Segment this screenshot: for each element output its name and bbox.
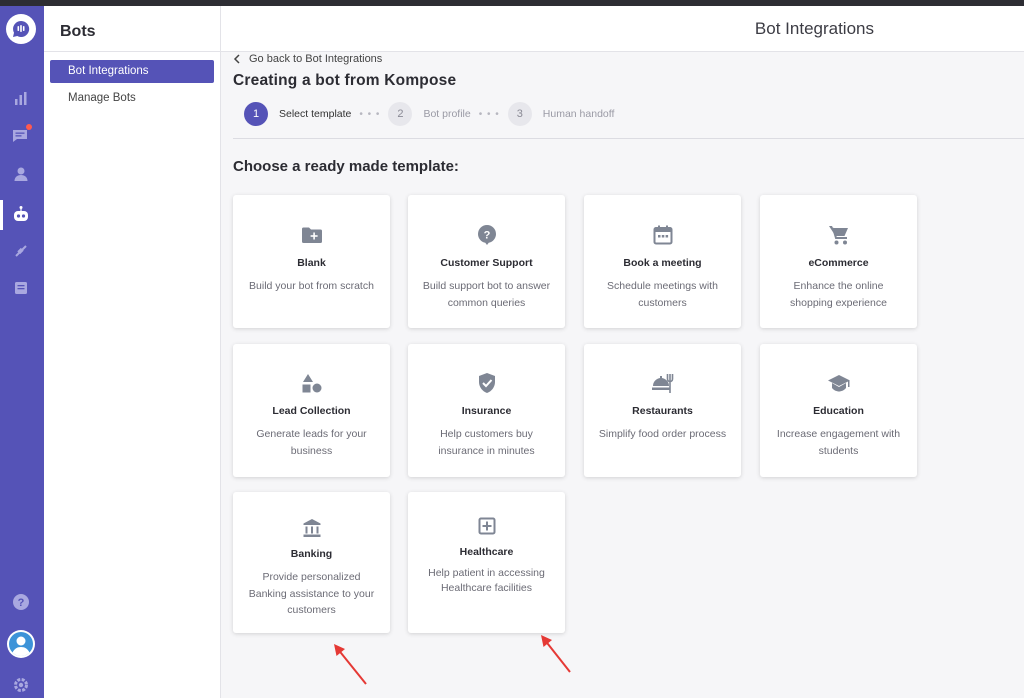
template-description: Provide personalized Banking assistance … bbox=[248, 571, 375, 616]
active-indicator bbox=[0, 200, 3, 230]
page-header: Bot Integrations bbox=[221, 6, 1024, 52]
bots-subnav: Bots Bot Integrations Manage Bots bbox=[44, 6, 221, 698]
bot-icon[interactable] bbox=[8, 201, 34, 227]
template-description: Schedule meetings with customers bbox=[607, 280, 718, 309]
template-name: Healthcare bbox=[459, 546, 514, 558]
section-divider bbox=[233, 138, 1024, 139]
template-name: Blank bbox=[297, 257, 326, 269]
settings-gear-icon[interactable] bbox=[8, 672, 34, 698]
conversations-icon[interactable] bbox=[8, 123, 34, 149]
knowledge-base-icon[interactable] bbox=[8, 275, 34, 301]
template-description: Help customers buy insurance in minutes bbox=[438, 428, 535, 457]
template-card-banking[interactable]: Banking Provide personalized Banking ass… bbox=[233, 492, 390, 633]
back-link[interactable]: Go back to Bot Integrations bbox=[233, 53, 382, 65]
template-name: Education bbox=[813, 405, 864, 417]
step-connector: • • • bbox=[478, 108, 500, 120]
calendar-icon bbox=[651, 223, 675, 247]
page-title: Creating a bot from Kompose bbox=[233, 72, 457, 89]
header-title: Bot Integrations bbox=[754, 19, 874, 38]
template-description: Build support bot to answer common queri… bbox=[422, 280, 551, 309]
contacts-icon[interactable] bbox=[8, 161, 34, 187]
integrations-icon[interactable] bbox=[8, 238, 34, 264]
template-description: Build your bot from scratch bbox=[249, 280, 374, 292]
template-name: Customer Support bbox=[440, 257, 533, 269]
template-name: Banking bbox=[290, 548, 333, 560]
template-card-blank[interactable]: Blank Build your bot from scratch bbox=[233, 195, 390, 328]
back-link-label: Go back to Bot Integrations bbox=[249, 53, 383, 65]
template-description: Enhance the online shopping experience bbox=[790, 280, 887, 309]
step-3-label: Human handoff bbox=[542, 108, 615, 120]
template-description: Generate leads for your business bbox=[256, 428, 367, 457]
main-content: Bot Integrations Go back to Bot Integrat… bbox=[221, 6, 1024, 698]
svg-text:?: ? bbox=[483, 230, 490, 242]
template-name: Restaurants bbox=[632, 405, 693, 417]
template-card-restaurants[interactable]: Restaurants Simplify food order process bbox=[584, 344, 741, 477]
svg-text:?: ? bbox=[18, 597, 25, 609]
subnav-divider bbox=[44, 51, 221, 52]
app-logo[interactable] bbox=[6, 14, 36, 44]
template-card-ecommerce[interactable]: eCommerce Enhance the online shopping ex… bbox=[760, 195, 917, 328]
template-description: Increase engagement with students bbox=[776, 428, 901, 457]
food-icon bbox=[651, 371, 675, 395]
stepper: 1 Select template • • • 2 Bot profile • … bbox=[244, 102, 614, 126]
template-card-insurance[interactable]: Insurance Help customers buy insurance i… bbox=[408, 344, 565, 477]
step-connector: • • • bbox=[359, 108, 381, 120]
annotation-arrow-icon bbox=[334, 644, 367, 685]
template-card-education[interactable]: Education Increase engagement with stude… bbox=[760, 344, 917, 477]
subnav-item-manage-bots[interactable]: Manage Bots bbox=[50, 87, 214, 110]
subnav-item-bot-integrations[interactable]: Bot Integrations bbox=[50, 60, 214, 83]
shield-check-icon bbox=[475, 371, 499, 395]
annotation-arrow-icon bbox=[541, 635, 571, 673]
step-2-label: Bot profile bbox=[423, 108, 471, 120]
template-description: Simplify food order process bbox=[598, 428, 727, 440]
template-card-book-a-meeting[interactable]: Book a meeting Schedule meetings with cu… bbox=[584, 195, 741, 328]
subnav-title: Bots bbox=[60, 23, 96, 40]
help-bubble-icon: ? bbox=[475, 223, 499, 247]
help-icon[interactable]: ? bbox=[8, 589, 34, 615]
template-description: Help patient in accessing Healthcare fac… bbox=[428, 567, 545, 594]
step-1-number: 1 bbox=[244, 102, 268, 126]
step-2-number: 2 bbox=[388, 102, 413, 126]
template-section-heading: Choose a ready made template: bbox=[233, 158, 459, 175]
template-name: eCommerce bbox=[808, 257, 869, 269]
template-card-customer-support[interactable]: ? Customer Support Build support bot to … bbox=[408, 195, 565, 328]
chevron-left-icon bbox=[233, 54, 240, 64]
template-name: Lead Collection bbox=[272, 405, 351, 417]
template-card-healthcare[interactable]: Healthcare Help patient in accessing Hea… bbox=[408, 492, 565, 633]
graduation-cap-icon bbox=[827, 371, 851, 395]
medical-plus-icon bbox=[475, 514, 499, 538]
analytics-icon[interactable] bbox=[8, 86, 34, 112]
bank-icon bbox=[300, 516, 324, 540]
folder-plus-icon bbox=[300, 223, 324, 247]
template-name: Book a meeting bbox=[623, 257, 702, 269]
step-1-label: Select template bbox=[279, 108, 352, 120]
template-card-lead-collection[interactable]: Lead Collection Generate leads for your … bbox=[233, 344, 390, 477]
cart-icon bbox=[827, 223, 851, 247]
user-avatar[interactable] bbox=[5, 628, 37, 660]
notification-dot bbox=[26, 124, 32, 130]
app-icon-rail: ? bbox=[0, 6, 44, 698]
shapes-icon bbox=[300, 371, 324, 395]
template-name: Insurance bbox=[461, 405, 512, 417]
step-3-number: 3 bbox=[507, 102, 532, 126]
